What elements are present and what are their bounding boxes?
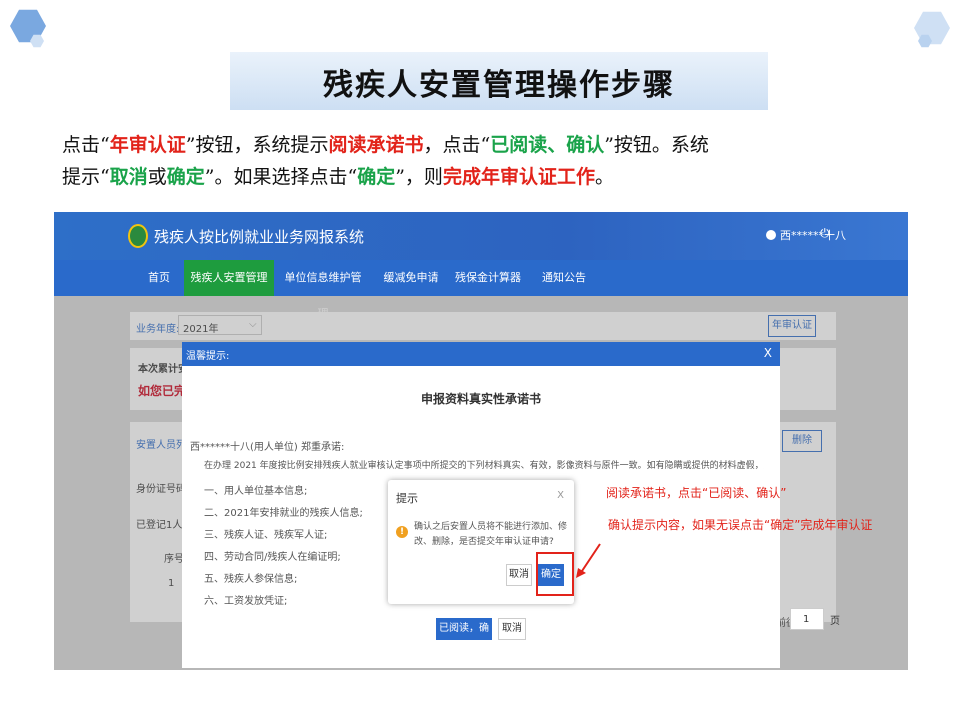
instr-seg: 取消: [109, 166, 148, 188]
main-nav: 首页 残疾人安置管理 单位信息维护管理 缓减免申请 残保金计算器 通知公告: [54, 260, 908, 320]
dialog-header: 温馨提示: X: [182, 342, 780, 366]
item-1: 一、用人单位基本信息;: [204, 486, 308, 497]
item-4: 四、劳动合同/残疾人在编证明;: [204, 552, 341, 563]
instr-seg: 确定: [166, 166, 205, 188]
dialog-title: 申报资料真实性承诺书: [420, 392, 541, 406]
warning-icon: !: [396, 526, 408, 538]
annotation-step-2: 确认提示内容，如果无误点击“确定”完成年审认证: [608, 518, 873, 532]
nav-reduction-apply[interactable]: 缓减免申请: [378, 260, 444, 296]
app-header: 残疾人按比例就业业务网报系统 西******十八 ⏻: [54, 212, 908, 260]
dialog-header-title: 温馨提示:: [186, 351, 230, 362]
power-icon[interactable]: ⏻: [820, 226, 830, 241]
user-icon: [766, 230, 776, 240]
dialog-cancel-button[interactable]: 取消: [498, 618, 526, 640]
confirm-cancel-button[interactable]: 取消: [506, 564, 532, 586]
slide-title-box: 残疾人安置管理操作步骤: [230, 52, 768, 110]
nav-unit-info[interactable]: 单位信息维护管理: [282, 260, 364, 320]
user-name[interactable]: 西******十八: [780, 227, 846, 243]
instr-seg: 完成年审认证工作: [442, 166, 595, 188]
confirm-message: 确认之后安置人员将不能进行添加、修改、删除，是否提交年审认证申请?: [414, 522, 568, 547]
promiser-text: 西******十八(用人单位) 郑重承诺:: [190, 442, 345, 453]
logo-icon: [128, 224, 148, 248]
instr-seg: ”按钮，系统提示: [185, 134, 329, 156]
statement-text: 在办理 2021 年度按比例安排残疾人就业审核认定事项中所提交的下列材料真实、有…: [204, 461, 764, 471]
ok-highlight-box: [536, 552, 574, 596]
instr-seg: 年审认证: [109, 134, 186, 156]
page-input[interactable]: 1: [790, 608, 824, 630]
instr-seg: ”。如果选择点击“: [204, 166, 358, 188]
instr-seg: ”，则: [395, 166, 443, 188]
instruction-line-1: 点击“年审认证”按钮，系统提示阅读承诺书，点击“已阅读、确认”按钮。系统: [62, 130, 922, 160]
instr-seg: 确定: [357, 166, 396, 188]
nav-calculator[interactable]: 残保金计算器: [454, 260, 522, 296]
pointer-arrow-icon: [576, 543, 601, 578]
annotation-step-1: 阅读承诺书，点击“已阅读、确认”: [606, 486, 787, 500]
close-icon[interactable]: X: [557, 490, 564, 501]
nav-disabled-placement[interactable]: 残疾人安置管理: [184, 260, 274, 296]
confirm-read-button[interactable]: 已阅读，确认: [436, 618, 492, 656]
instr-seg: 已阅读、确认: [490, 134, 605, 156]
item-6: 六、工资发放凭证;: [204, 596, 288, 607]
instr-seg: 点击“: [62, 134, 110, 156]
item-5: 五、残疾人参保信息;: [204, 574, 298, 585]
instr-seg: ，点击“: [423, 134, 491, 156]
slide-title: 残疾人安置管理操作步骤: [323, 68, 675, 103]
instr-seg: 。: [594, 166, 614, 188]
close-icon[interactable]: X: [764, 346, 772, 360]
nav-notices[interactable]: 通知公告: [534, 260, 594, 296]
page-input-value: 1: [803, 614, 810, 625]
item-2: 二、2021年安排就业的残疾人信息;: [204, 508, 363, 519]
instr-seg: 阅读承诺书: [328, 134, 424, 156]
instr-seg: ”按钮。系统: [604, 134, 709, 156]
page-suffix: 页: [830, 616, 840, 627]
instr-seg: 提示“: [62, 166, 110, 188]
confirm-title: 提示: [396, 492, 418, 505]
instr-seg: 或: [147, 166, 167, 188]
item-3: 三、残疾人证、残疾军人证;: [204, 530, 328, 541]
instruction-line-2: 提示“取消或确定”。如果选择点击“确定”，则完成年审认证工作。: [62, 162, 922, 192]
system-title: 残疾人按比例就业业务网报系统: [154, 228, 365, 246]
